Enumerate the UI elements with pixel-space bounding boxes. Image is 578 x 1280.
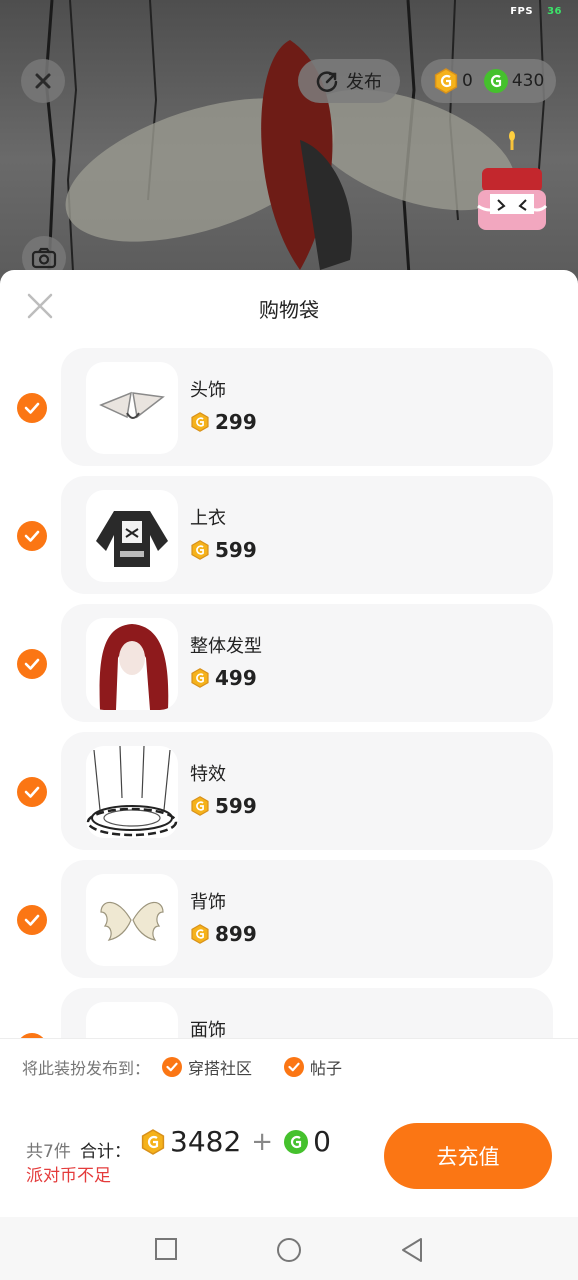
checkmark-icon <box>24 786 40 798</box>
item-price: 899 <box>190 922 257 946</box>
cart-item[interactable]: 面饰 <box>0 988 578 1038</box>
fps-label: FPS <box>510 6 534 17</box>
cart-item-list[interactable]: 头饰 299 上衣 599 整体发型 499 特效 599 背饰 899 面饰 <box>0 348 578 1038</box>
option-checkbox[interactable] <box>162 1057 183 1077</box>
gold-coin-icon <box>434 68 458 94</box>
checkmark-icon <box>24 658 40 670</box>
recent-apps-icon[interactable] <box>154 1237 178 1261</box>
publish-option-post[interactable]: 帖子 <box>284 1055 342 1079</box>
publish-label: 发布 <box>346 72 382 93</box>
item-name: 整体发型 <box>190 636 262 657</box>
gold-coin-amount: 0 <box>462 71 473 91</box>
cart-item[interactable]: 背饰 899 <box>0 860 578 978</box>
item-name: 面饰 <box>190 1020 226 1038</box>
item-price-value: 599 <box>215 794 257 818</box>
item-card[interactable]: 头饰 299 <box>61 348 553 466</box>
item-price: 599 <box>190 538 257 562</box>
option-checkbox[interactable] <box>284 1057 305 1077</box>
item-checkbox[interactable] <box>17 521 47 551</box>
publish-button[interactable]: 发布 <box>298 59 400 103</box>
face-accessory-thumbnail <box>86 1002 178 1038</box>
publish-icon <box>316 71 338 92</box>
item-price: 299 <box>190 410 257 434</box>
total-plus: + <box>251 1126 274 1157</box>
currency-balance[interactable]: 0 430 <box>421 59 556 103</box>
total-green-value: 0 <box>313 1125 331 1158</box>
cart-item[interactable]: 头饰 299 <box>0 348 578 466</box>
cart-item[interactable]: 整体发型 499 <box>0 604 578 722</box>
checkmark-icon <box>24 530 40 542</box>
avatar-preview-scene: FPS 36 发布 0 430 <box>0 0 578 290</box>
green-coin-icon <box>483 69 508 93</box>
close-icon <box>35 73 51 89</box>
publish-to-label: 将此装扮发布到： <box>22 1059 151 1078</box>
item-price-value: 299 <box>215 410 257 434</box>
gold-coin-icon <box>191 668 209 688</box>
anniversary-cake-icon[interactable] <box>468 128 552 242</box>
item-name: 背饰 <box>190 892 226 913</box>
checkmark-icon <box>24 914 40 926</box>
sheet-title: 购物袋 <box>259 298 319 322</box>
checkmark-icon <box>288 1062 300 1072</box>
publish-to-row: 将此装扮发布到： 穿搭社区 帖子 <box>0 1038 578 1096</box>
item-card[interactable]: 面饰 <box>61 988 553 1038</box>
close-preview-button[interactable] <box>21 59 65 103</box>
back-icon[interactable] <box>400 1237 424 1263</box>
item-name: 上衣 <box>190 508 226 529</box>
item-checkbox[interactable] <box>17 649 47 679</box>
item-card[interactable]: 上衣 599 <box>61 476 553 594</box>
item-card[interactable]: 特效 599 <box>61 732 553 850</box>
system-nav-bar <box>0 1217 578 1280</box>
cart-item[interactable]: 上衣 599 <box>0 476 578 594</box>
checkmark-icon <box>24 402 40 414</box>
hairstyle-thumbnail <box>86 618 178 710</box>
home-icon[interactable] <box>276 1237 302 1263</box>
item-price-value: 899 <box>215 922 257 946</box>
gold-coin-icon <box>191 540 209 560</box>
gold-coin-icon <box>141 1128 165 1155</box>
item-checkbox[interactable] <box>17 393 47 423</box>
total-amount: 3482 + 0 <box>140 1125 331 1158</box>
shopping-bag-sheet: 购物袋 头饰 299 上衣 599 整体发型 499 特效 599 背饰 899… <box>0 270 578 1280</box>
checkmark-icon <box>166 1062 178 1072</box>
publish-option-label: 帖子 <box>310 1059 343 1078</box>
item-price-value: 599 <box>215 538 257 562</box>
item-name: 特效 <box>190 764 226 785</box>
item-price-value: 499 <box>215 666 257 690</box>
effect-thumbnail <box>86 746 178 838</box>
fps-value: 36 <box>547 6 562 17</box>
gold-coin-icon <box>191 412 209 432</box>
insufficient-balance-warning: 派对币不足 <box>26 1166 111 1186</box>
item-price: 599 <box>190 794 257 818</box>
total-gold-value: 3482 <box>170 1125 242 1158</box>
recharge-button[interactable]: 去充值 <box>384 1123 552 1189</box>
green-coin-amount: 430 <box>511 71 545 91</box>
item-card[interactable]: 整体发型 499 <box>61 604 553 722</box>
item-checkbox[interactable] <box>17 905 47 935</box>
top-clothing-thumbnail <box>86 490 178 582</box>
checkout-footer: 共7件 合计： 3482 + 0 派对币不足 去充值 <box>0 1095 578 1217</box>
publish-option-label: 穿搭社区 <box>188 1059 253 1078</box>
total-label: 合计： <box>80 1142 131 1162</box>
publish-option-community[interactable]: 穿搭社区 <box>162 1055 252 1079</box>
back-wings-thumbnail <box>86 874 178 966</box>
cart-item[interactable]: 特效 599 <box>0 732 578 850</box>
gold-coin-icon <box>191 924 209 944</box>
item-name: 头饰 <box>190 380 226 401</box>
headwear-thumbnail <box>86 362 178 454</box>
item-count: 共7件 <box>26 1142 71 1162</box>
gold-coin-icon <box>191 796 209 816</box>
item-checkbox[interactable] <box>17 777 47 807</box>
camera-icon <box>31 247 57 269</box>
fps-counter: FPS 36 <box>510 6 562 17</box>
item-price: 499 <box>190 666 257 690</box>
green-coin-icon <box>284 1129 309 1154</box>
item-card[interactable]: 背饰 899 <box>61 860 553 978</box>
